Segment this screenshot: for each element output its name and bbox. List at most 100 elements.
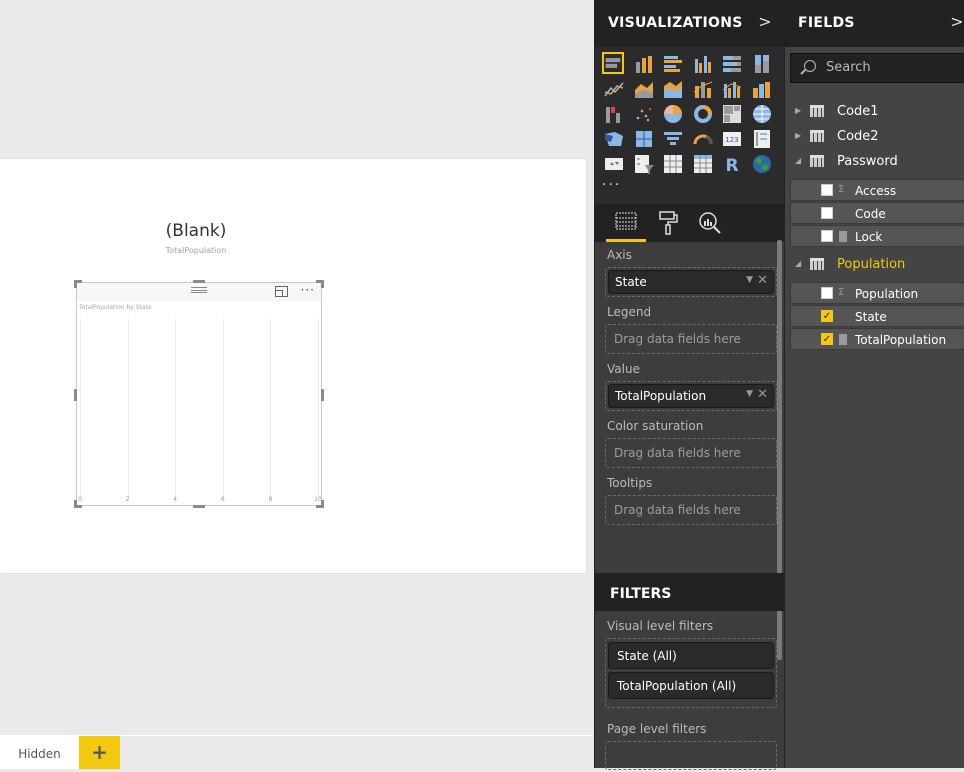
clustered-bar-chart-icon[interactable]: [661, 52, 683, 74]
value-field-pill[interactable]: TotalPopulation ▼ ✕: [608, 384, 774, 408]
expand-arrow-icon[interactable]: ▶: [795, 106, 801, 115]
filled-map-icon[interactable]: [602, 127, 624, 149]
more-options-icon[interactable]: ···: [301, 283, 315, 297]
page-tab-hidden[interactable]: Hidden: [0, 736, 79, 769]
line-chart-icon[interactable]: [602, 77, 624, 99]
scatter-chart-icon[interactable]: [632, 102, 654, 124]
expand-arrow-icon[interactable]: ▶: [795, 131, 801, 140]
color-saturation-well[interactable]: Drag data fields here: [605, 438, 777, 468]
page-level-filters-well[interactable]: [605, 741, 777, 770]
stacked-bar-chart-icon[interactable]: [602, 52, 624, 74]
table-population[interactable]: ◢ Population: [785, 253, 964, 278]
table-name: Code1: [837, 104, 879, 119]
stacked-column-chart-icon[interactable]: [632, 52, 654, 74]
legend-well[interactable]: Drag data fields here: [605, 324, 777, 354]
collapse-visualizations-icon[interactable]: >: [758, 12, 772, 31]
donut-chart-icon[interactable]: [691, 102, 713, 124]
r-script-visual-icon[interactable]: R: [720, 152, 742, 176]
collapse-fields-icon[interactable]: >: [950, 12, 964, 31]
pie-chart-icon[interactable]: [661, 102, 683, 124]
table-icon: [810, 258, 824, 270]
analytics-tab[interactable]: [695, 210, 725, 240]
collapse-arrow-icon[interactable]: ◢: [795, 259, 801, 268]
resize-handle-top-left-v[interactable]: [74, 280, 77, 288]
gauge-icon[interactable]: [691, 127, 713, 149]
resize-handle-bottom-left-v[interactable]: [74, 500, 77, 508]
field-state[interactable]: ✓ State: [790, 305, 964, 327]
dropdown-icon[interactable]: ▼: [746, 275, 753, 285]
matrix-icon[interactable]: [691, 152, 713, 174]
focus-mode-icon[interactable]: [275, 286, 288, 297]
resize-handle-right[interactable]: [321, 389, 324, 401]
field-checkbox[interactable]: [821, 287, 833, 299]
table-code1[interactable]: ▶ Code1: [785, 100, 964, 125]
axis-field-pill[interactable]: State ▼ ✕: [608, 270, 774, 294]
table-password[interactable]: ◢ Password: [785, 150, 964, 175]
stacked-area-chart-icon[interactable]: [661, 77, 683, 99]
field-wells: Axis State ▼ ✕ Legend Drag data fields h…: [595, 240, 777, 570]
resize-handle-top-right-v[interactable]: [321, 280, 324, 288]
area-chart-icon[interactable]: [632, 77, 654, 99]
x-axis-tick-label: 8: [268, 496, 273, 503]
visualizations-pane: VISUALIZATIONS > 123 R ... Axis State ▼ ✕…: [594, 0, 784, 770]
field-checkbox[interactable]: [821, 184, 833, 196]
tooltips-well[interactable]: Drag data fields here: [605, 495, 777, 525]
card-icon[interactable]: 123: [720, 127, 742, 149]
slicer-icon[interactable]: [632, 152, 654, 174]
field-checkbox[interactable]: [821, 207, 833, 219]
100-stacked-column-chart-icon[interactable]: [750, 52, 772, 74]
table-code2[interactable]: ▶ Code2: [785, 125, 964, 150]
gridline: [127, 319, 129, 499]
shape-map-icon[interactable]: [632, 127, 654, 149]
drag-grip-icon[interactable]: [191, 287, 207, 293]
resize-handle-bottom[interactable]: [193, 505, 205, 508]
visual-level-filters-well[interactable]: State (All) TotalPopulation (All): [605, 638, 777, 708]
dropdown-icon[interactable]: ▼: [746, 389, 753, 399]
ribbon-chart-icon[interactable]: [750, 77, 772, 99]
table-icon[interactable]: [661, 152, 683, 174]
field-name: State: [855, 310, 887, 324]
field-population[interactable]: Σ Population: [790, 282, 964, 304]
filter-state[interactable]: State (All): [608, 642, 774, 669]
field-access[interactable]: Σ Access: [790, 179, 964, 201]
report-page[interactable]: (Blank) TotalPopulation ··· TotalPopulat…: [0, 159, 586, 573]
field-lock[interactable]: Lock: [790, 225, 964, 247]
filter-totalpopulation[interactable]: TotalPopulation (All): [608, 672, 774, 699]
legend-label: Legend: [607, 305, 652, 319]
visual-level-filters-label: Visual level filters: [607, 619, 714, 633]
map-icon[interactable]: [750, 102, 772, 124]
remove-field-icon[interactable]: ✕: [757, 387, 768, 402]
field-checkbox[interactable]: [821, 230, 833, 242]
clustered-column-chart-icon[interactable]: [691, 52, 713, 74]
fields-tab[interactable]: [606, 210, 646, 242]
field-totalpopulation[interactable]: ✓ TotalPopulation: [790, 328, 964, 350]
axis-well[interactable]: State ▼ ✕: [605, 267, 777, 297]
fields-pane: FIELDS > Search ▶ Code1 ▶ Code2 ◢ Password…: [784, 0, 964, 768]
multi-row-card-icon[interactable]: [750, 127, 772, 149]
treemap-icon[interactable]: [720, 102, 742, 124]
format-tab[interactable]: [653, 210, 683, 240]
resize-handle-left[interactable]: [74, 389, 77, 401]
collapse-arrow-icon[interactable]: ◢: [795, 156, 801, 165]
field-checkbox[interactable]: ✓: [821, 310, 833, 322]
field-name: Lock: [855, 230, 883, 244]
funnel-icon[interactable]: [661, 127, 683, 149]
remove-field-icon[interactable]: ✕: [757, 273, 768, 288]
add-page-button[interactable]: +: [79, 736, 120, 769]
kpi-icon[interactable]: [602, 152, 624, 174]
bar-chart-visual[interactable]: ··· TotalPopulation by State 0 2 4 6 8 10: [74, 280, 324, 508]
line-and-clustered-column-chart-icon[interactable]: [720, 77, 742, 99]
100-stacked-bar-chart-icon[interactable]: [720, 52, 742, 74]
resize-handle-bottom-right-v[interactable]: [321, 500, 324, 508]
field-code[interactable]: Code: [790, 202, 964, 224]
line-and-stacked-column-chart-icon[interactable]: [691, 77, 713, 99]
field-checkbox[interactable]: ✓: [821, 333, 833, 345]
resize-handle-top[interactable]: [193, 280, 205, 283]
value-well[interactable]: TotalPopulation ▼ ✕: [605, 381, 777, 411]
value-label: Value: [607, 362, 640, 376]
more-visuals-button[interactable]: ...: [602, 174, 784, 188]
waterfall-chart-icon[interactable]: [602, 102, 624, 124]
table-name: Population: [837, 257, 906, 272]
globe-map-icon[interactable]: [750, 152, 772, 174]
fields-search-input[interactable]: Search: [790, 53, 964, 83]
